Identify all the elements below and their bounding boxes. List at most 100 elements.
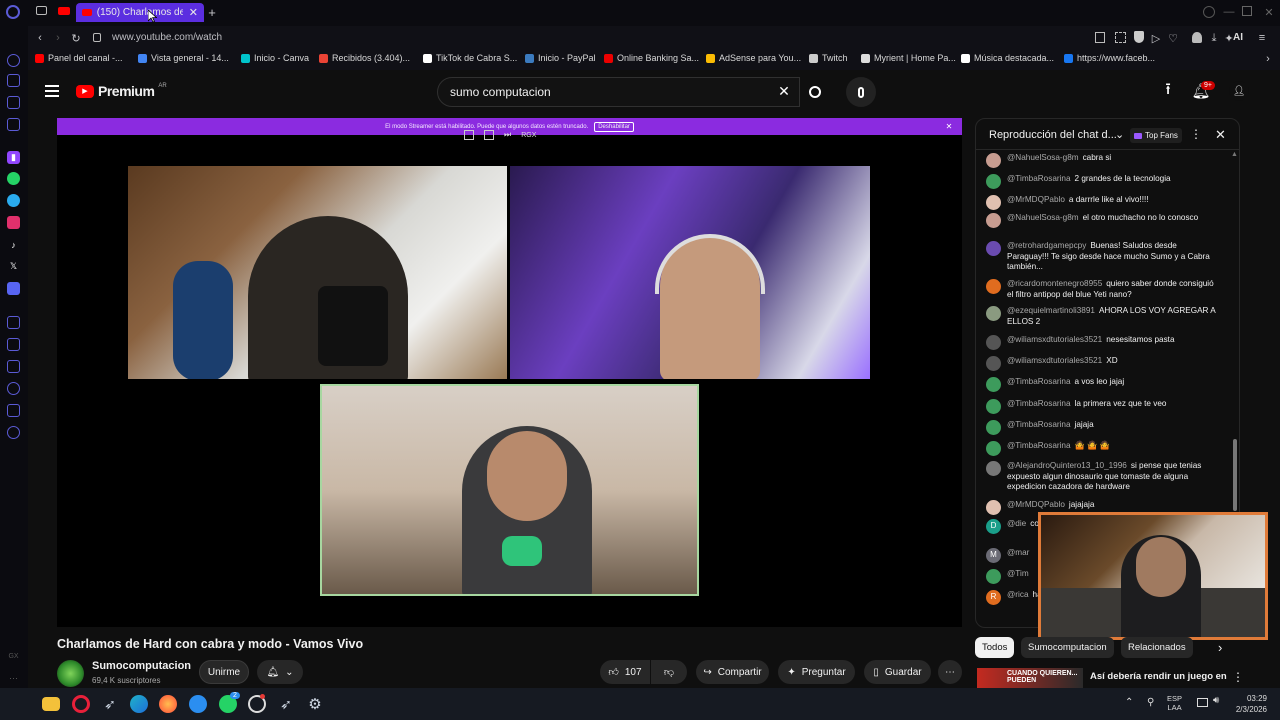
tab-overview-icon[interactable] [36,6,47,15]
download-icon[interactable]: ⤓ [1208,31,1220,45]
new-tab-icon[interactable]: + [206,5,218,20]
opera-logo-icon[interactable] [6,5,20,19]
bookmark-item[interactable]: Panel del canal -... [35,53,123,63]
chat-author-avatar[interactable] [986,241,1001,256]
join-button[interactable]: Unirme [199,660,249,684]
heart-icon[interactable]: ♡ [1167,31,1179,45]
chat-author-avatar[interactable] [986,377,1001,392]
chat-author-name[interactable]: @rica [1007,590,1029,599]
instagram-icon[interactable] [7,216,20,229]
firefox-icon[interactable] [159,695,177,713]
bookmark-item[interactable]: https://www.faceb... [1064,53,1155,63]
chat-author-avatar[interactable]: M [986,548,1001,563]
chat-author-name[interactable]: @mar [1007,548,1029,557]
forward-icon[interactable]: › [52,31,64,45]
ask-button[interactable]: ✦ Preguntar [778,660,855,684]
chat-author-avatar[interactable] [986,279,1001,294]
sidebar-extensions-icon[interactable] [7,404,20,417]
chat-scroll-up-icon[interactable]: ▲ [1231,151,1238,158]
menu-icon[interactable]: ≡ [1256,31,1268,45]
chat-author-avatar[interactable] [986,153,1001,168]
more-actions-button[interactable]: ⋯ [938,660,962,684]
close-banner-icon[interactable]: ✕ [944,121,954,131]
search-tabs-icon[interactable] [1203,6,1215,18]
youtube-tab-icon[interactable] [58,7,70,15]
shield-icon[interactable] [1134,31,1144,43]
snapshot-icon[interactable] [1095,32,1105,43]
bookmark-item[interactable]: TikTok de Cabra S... [423,53,517,63]
clock[interactable]: 03:29 2/3/2026 [1233,693,1267,715]
bookmark-item[interactable]: Inicio - Canva [241,53,309,63]
x-twitter-icon[interactable]: 𝕏 [7,260,20,273]
maximize-icon[interactable] [1242,6,1252,16]
tiktok-icon[interactable]: ♪ [7,238,20,251]
dislike-button[interactable]: 👎︎ [651,660,687,684]
bookmark-item[interactable]: Vista general - 14... [138,53,229,63]
close-tab-icon[interactable]: ✕ [189,6,198,19]
share-button[interactable]: ↪ Compartir [696,660,769,684]
chat-author-avatar[interactable] [986,174,1001,189]
chat-more-icon[interactable]: ⋮ [1190,127,1202,141]
file-explorer-icon[interactable] [42,697,60,711]
disable-streamer-button[interactable]: Deshabilitar [594,121,634,132]
steam-icon[interactable]: ➶ [101,695,119,713]
chat-author-avatar[interactable] [986,213,1001,228]
chat-author-avatar[interactable]: R [986,590,1001,605]
chat-author-name[interactable]: @TimbaRosarina [1007,420,1071,429]
volume-icon[interactable]: 🔊︎ [1213,695,1219,706]
close-window-icon[interactable]: ✕ [1262,5,1276,19]
chat-author-avatar[interactable] [986,569,1001,584]
ai-button[interactable]: AI [1233,32,1243,43]
language-indicator[interactable]: ESP LAA [1167,694,1182,712]
bookmark-item[interactable]: Online Banking Sa... [604,53,699,63]
sidebar-settings-icon[interactable] [7,426,20,439]
sidebar-workspace-icon[interactable] [7,96,20,109]
tray-chevron-icon[interactable]: ⌃ [1125,697,1133,708]
search-input[interactable]: sumo computacion [437,77,800,107]
telegram-icon[interactable] [7,194,20,207]
clear-search-icon[interactable]: ✕ [776,83,792,99]
chat-author-name[interactable]: @TimbaRosarina [1007,441,1071,450]
channel-name[interactable]: Sumocomputacion [92,660,191,672]
recommendation-title[interactable]: Así debería rendir un juego en [1090,671,1227,682]
chat-author-name[interactable]: @NahuelSosa-g8m [1007,153,1079,162]
upload-icon[interactable]: ⭱ [1160,81,1176,100]
chat-author-name[interactable]: @AlejandroQuintero13_10_1996 [1007,461,1127,470]
search-button[interactable] [800,77,830,107]
bookmark-item[interactable]: Recibidos (3.404)... [319,53,410,63]
settings-gear-icon[interactable]: ⚙ [306,695,324,713]
chat-author-avatar[interactable] [986,500,1001,515]
avatar[interactable]: 👤︎ [1229,81,1249,101]
minimize-icon[interactable]: — [1222,5,1236,19]
save-button[interactable]: ▯ Guardar [864,660,931,684]
bookmark-item[interactable]: Música destacada... [961,53,1054,63]
url-field[interactable]: www.youtube.com/watch [112,32,222,43]
windows-start-icon[interactable] [12,695,28,711]
chat-author-name[interactable]: @wiliamsxdtutoriales3521 [1007,356,1102,365]
chat-author-avatar[interactable] [986,195,1001,210]
chat-author-name[interactable]: @TimbaRosarina [1007,377,1071,386]
chat-author-avatar[interactable] [986,441,1001,456]
whatsapp-icon[interactable] [7,172,20,185]
chat-author-name[interactable]: @ezequielmartinoli3891 [1007,306,1095,315]
chat-author-avatar[interactable] [986,356,1001,371]
chat-author-avatar[interactable] [986,420,1001,435]
twitch-icon[interactable]: ▮ [7,151,20,164]
sidebar-mail-icon[interactable] [7,118,20,131]
chip-channel[interactable]: Sumocomputacion [1021,637,1114,658]
bookmarks-overflow-icon[interactable]: › [1263,53,1273,65]
sidebar-flow-icon[interactable] [7,316,20,329]
subscribe-bell-button[interactable]: 🔔︎ ⌄ [257,660,303,684]
recommendation-thumbnail[interactable]: CUANDO QUIEREN... PUEDEN [977,668,1083,688]
chat-author-name[interactable]: @MrMDQPablo [1007,195,1065,204]
chat-author-name[interactable]: @die [1007,519,1026,528]
display-icon[interactable] [1197,698,1208,707]
hamburger-menu-icon[interactable] [45,85,59,97]
voice-search-button[interactable] [846,77,876,107]
chat-author-name[interactable]: @MrMDQPablo [1007,500,1065,509]
exit-icon[interactable] [484,130,494,140]
photoshop-icon[interactable] [189,695,207,713]
youtube-logo[interactable]: ▶ Premium AR [76,83,167,99]
chat-author-avatar[interactable] [986,399,1001,414]
edge-icon[interactable] [130,695,148,713]
